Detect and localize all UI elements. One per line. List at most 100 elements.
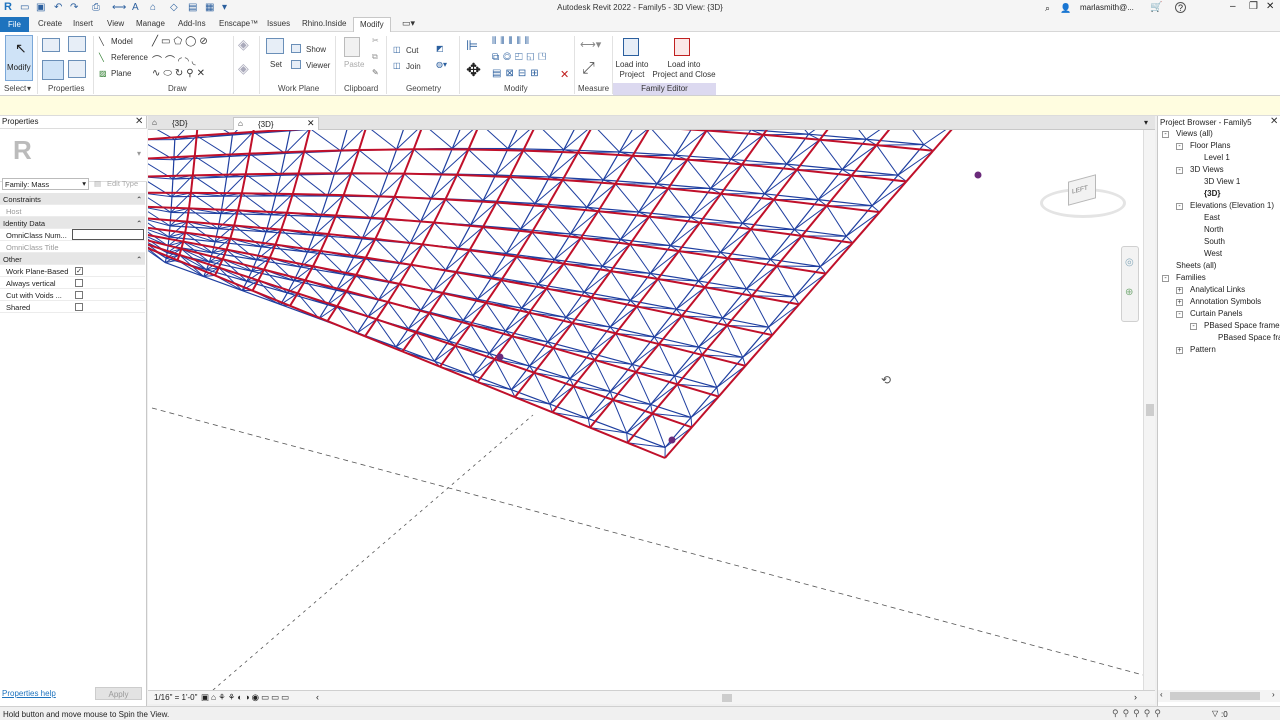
move-icon[interactable]: ✥ [466,60,481,81]
omniclass-number-field[interactable] [72,229,144,240]
browser-item[interactable]: 3D Views [1190,165,1224,174]
zoom-icon[interactable]: ⊕ [1125,287,1133,298]
tree-toggle-icon[interactable]: + [1176,299,1183,306]
group-other[interactable]: Other ⌃ [0,253,145,265]
modify-button[interactable]: ↖ Modify [5,35,33,81]
sign-in-icon[interactable]: 👤 [1060,3,1071,14]
chevron-down-icon[interactable]: ▾ [27,84,31,93]
cut-geometry-button[interactable]: Cut [406,46,418,55]
3d-view-canvas[interactable]: LEFT ◎ ⊕ ⟲ [148,130,1143,690]
tree-toggle-icon[interactable]: - [1176,167,1183,174]
help-icon[interactable]: ? [1175,2,1186,13]
tab-view[interactable]: View [107,19,124,28]
tree-toggle-icon[interactable]: - [1162,131,1169,138]
show-work-plane-icon[interactable] [291,44,301,53]
tab-create[interactable]: Create [38,19,62,28]
vertical-scrollbar[interactable] [1143,130,1155,690]
join-geometry-icon[interactable]: ◫ [393,61,401,70]
tab-add-ins[interactable]: Add-Ins [178,19,206,28]
tree-toggle-icon[interactable]: + [1176,347,1183,354]
adaptive-point[interactable] [974,171,982,179]
always-vertical-checkbox[interactable] [75,279,83,287]
tree-toggle-icon[interactable]: - [1162,275,1169,282]
reference-plane-icon[interactable]: ▨ [99,69,107,78]
browser-item[interactable]: South [1204,237,1225,246]
form-icon[interactable]: ◈ [238,60,249,77]
browser-item[interactable]: Elevations (Elevation 1) [1190,201,1274,210]
cut-clipboard-icon[interactable]: ✂ [372,36,379,45]
join-geometry-button[interactable]: Join [406,62,421,71]
browser-item[interactable]: East [1204,213,1220,222]
split-face-icon[interactable]: ◩ [436,44,444,53]
align-icon[interactable]: ⊫ [466,37,478,54]
scroll-left-icon[interactable]: ‹ [316,692,319,702]
browser-item[interactable]: Pattern [1190,345,1216,354]
select-dropdown[interactable]: Select [4,84,26,93]
browser-item[interactable]: 3D View 1 [1204,177,1240,186]
match-type-icon[interactable]: ✎ [372,68,379,77]
tree-toggle-icon[interactable]: - [1176,143,1183,150]
set-work-plane-icon[interactable] [266,38,284,54]
browser-item[interactable]: PBased Space frame [1218,333,1280,342]
family-types-icon[interactable] [68,36,86,52]
vertical-scroll-thumb[interactable] [1146,404,1154,416]
show-button[interactable]: Show [306,45,326,54]
browser-item[interactable]: Curtain Panels [1190,309,1242,318]
offset-mirror-icon[interactable]: ⫴⫴⫴⫴⫴ [492,36,533,47]
tab-insert[interactable]: Insert [73,19,93,28]
close-browser-icon[interactable]: ✕ [1270,116,1278,127]
tree-toggle-icon[interactable]: - [1176,311,1183,318]
user-name[interactable]: marlasmith@... [1080,3,1134,12]
type-selector[interactable]: R ▾ [0,128,147,182]
search-icon[interactable]: ⌕ [1045,3,1050,14]
copy-icon[interactable]: ⧉ [372,52,378,62]
reference-plane-button[interactable]: Plane [111,69,131,78]
paint-icon[interactable]: ◍▾ [436,60,447,69]
tab-enscape[interactable]: Enscape™ [219,19,258,28]
type-properties-icon[interactable] [42,38,60,52]
close-properties-icon[interactable]: ✕ [135,116,143,127]
copy-rotate-icon[interactable]: ⧉◎◰◱◳ [492,52,550,63]
view-tab-3d-active[interactable]: ⌂ {3D} ✕ [233,117,319,130]
browser-item[interactable]: Level 1 [1204,153,1230,162]
close-tab-icon[interactable]: ✕ [307,118,315,129]
load-shape-icon[interactable]: ◈ [238,36,249,53]
browser-item[interactable]: West [1204,249,1222,258]
viewer-icon[interactable] [291,60,301,69]
cart-icon[interactable]: 🛒 [1150,2,1162,13]
draw-splines-icon[interactable]: ∿⬭↻⚲✕ [152,68,208,79]
tab-issues[interactable]: Issues [267,19,290,28]
viewer-button[interactable]: Viewer [306,61,330,70]
draw-arcs-icon[interactable]: ⌒⌒◜◝◟ [152,52,199,67]
tab-rhino-inside[interactable]: Rhino.Inside [302,19,346,28]
model-line-button[interactable]: Model [111,37,133,46]
shared-checkbox[interactable] [75,303,83,311]
set-button[interactable]: Set [270,60,282,69]
delete-icon[interactable]: ✕ [560,68,569,81]
steering-wheel-icon[interactable]: ◎ [1125,257,1134,268]
browser-hscroll[interactable]: ‹ › [1158,690,1280,702]
browser-item[interactable]: North [1204,225,1224,234]
browser-item[interactable]: Views (all) [1176,129,1213,138]
scroll-right-icon[interactable]: › [1272,690,1275,699]
tree-toggle-icon[interactable]: - [1176,203,1183,210]
minimize-icon[interactable]: – [1230,1,1236,12]
adaptive-point[interactable] [496,353,504,361]
viewcube[interactable]: LEFT [1038,170,1128,235]
cut-geometry-icon[interactable]: ◫ [393,45,401,54]
reference-line-button[interactable]: Reference [111,53,148,62]
group-constraints[interactable]: Constraints ⌃ [0,193,145,205]
paste-icon[interactable] [344,37,360,57]
close-window-icon[interactable]: ✕ [1266,1,1274,12]
draw-shapes-icon[interactable]: ╱▭⬠◯⊘ [152,36,211,47]
ribbon-options-icon[interactable]: ▭▾ [402,18,415,29]
edit-type-button[interactable]: Edit Type [107,179,138,188]
adaptive-point[interactable] [668,436,676,444]
tab-menu-icon[interactable]: ▾ [1144,118,1148,127]
browser-item[interactable]: Sheets (all) [1176,261,1216,270]
measure-distance-icon[interactable]: ⟷▾ [580,38,601,51]
tab-modify[interactable]: Modify [353,17,391,33]
cut-with-voids-checkbox[interactable] [75,291,83,299]
browser-item[interactable]: {3D} [1204,189,1220,198]
apply-button[interactable]: Apply [95,687,142,700]
